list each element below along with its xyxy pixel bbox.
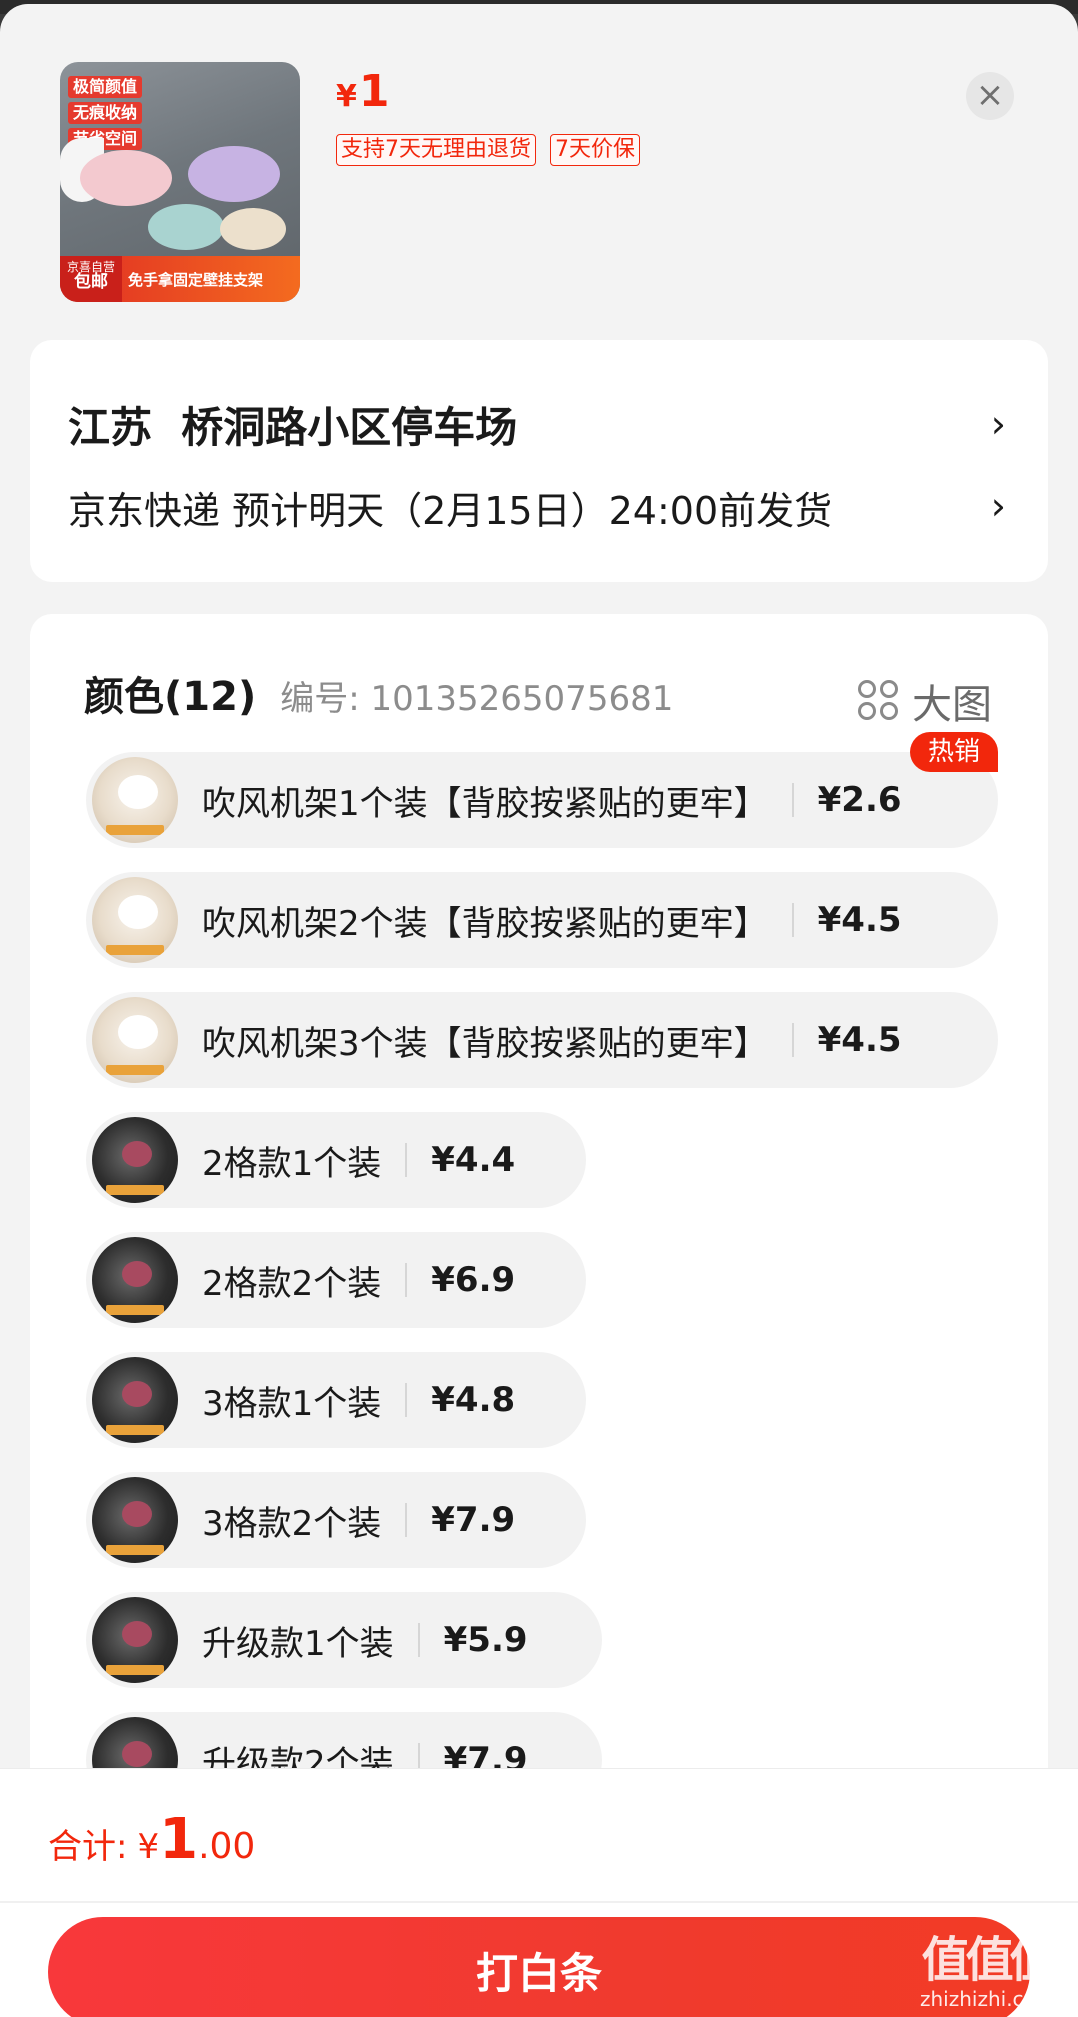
option-thumbnail [92,877,178,963]
watermark-site: zhizhizhi.com [920,1987,1056,2011]
option-thumbnail [92,1237,178,1323]
option-name: 2格款2个装 [202,1263,382,1304]
options-title: 颜色(12) [84,674,257,720]
image-caption: 免手拿固定壁挂支架 [128,270,264,289]
option-item[interactable]: 吹风机架3个装【背胶按紧贴的更牢】 ¥4.5 [86,992,998,1088]
option-thumbnail [92,1117,178,1203]
option-divider [417,1623,420,1657]
option-price: ¥4.5 [817,900,902,940]
service-tag-return: 支持7天无理由退货 [336,134,536,166]
option-name: 2格款1个装 [202,1143,382,1184]
option-name: 吹风机架3个装【背胶按紧贴的更牢】 [202,1023,768,1064]
option-divider [405,1263,408,1297]
option-name: 3格款2个装 [202,1503,382,1544]
total-label: 合计: [48,1827,128,1867]
watermark-text: 值值值 [921,1932,1058,1988]
grid-icon [858,680,900,722]
chevron-right-icon[interactable]: › [991,402,1006,446]
option-name: 升级款1个装 [202,1623,394,1664]
product-price: ¥ 1 [336,66,390,117]
address-card[interactable]: 江苏 桥洞路小区停车场 › 京东快递 预计明天（2月15日）24:00前发货 › [30,340,1048,582]
price-symbol: ¥ [336,79,357,114]
watermark-logo: 值值值 zhizhizhi.com [920,1932,1058,2011]
option-thumbnail [92,997,178,1083]
option-item[interactable]: 吹风机架2个装【背胶按紧贴的更牢】 ¥4.5 [86,872,998,968]
big-view-label: 大图 [912,682,992,728]
option-item[interactable]: 升级款1个装 ¥5.9 [86,1592,602,1688]
option-divider [405,1383,408,1417]
option-item[interactable]: 2格款2个装 ¥6.9 [86,1232,586,1328]
option-price: ¥4.5 [817,1020,902,1060]
option-price: ¥7.9 [431,1500,516,1540]
total-symbol: ¥ [137,1827,160,1867]
holder-graphic-pink [80,150,172,206]
divider [0,1901,1078,1903]
option-name: 吹风机架1个装【背胶按紧贴的更牢】 [202,783,768,824]
option-price: ¥4.8 [431,1380,516,1420]
sku-selection-sheet: 极简颜值 无痕收纳 节省空间 京喜自营 包邮 免手拿固定壁挂支架 ¥ 1 支持7… [0,4,1078,2017]
option-divider [791,1023,794,1057]
option-item[interactable]: 3格款2个装 ¥7.9 [86,1472,586,1568]
service-tag-price-protect: 7天价保 [550,134,640,166]
chevron-right-icon[interactable]: › [991,484,1006,528]
jd-badge: 京喜自营 包邮 [60,256,122,302]
holder-graphic-beige [220,208,286,250]
option-name: 3格款1个装 [202,1383,382,1424]
delivery-address[interactable]: 江苏 桥洞路小区停车场 [68,394,517,455]
total-integer: 1 [159,1807,199,1872]
total-decimal: .00 [198,1826,256,1867]
option-thumbnail [92,1597,178,1683]
image-tag: 无痕收纳 [68,102,143,124]
checkout-bar: 合计: ¥ 1 .00 打白条 [0,1768,1078,2017]
hot-badge: 热销 [909,732,998,772]
option-divider [791,783,794,817]
option-price: ¥5.9 [443,1620,528,1660]
big-view-button[interactable]: 大图 [858,672,992,730]
option-item[interactable]: 3格款1个装 ¥4.8 [86,1352,586,1448]
baitiao-pay-button[interactable]: 打白条 [48,1917,1030,2017]
price-value: 1 [358,66,390,117]
option-thumbnail [92,757,178,843]
option-price: ¥6.9 [431,1260,516,1300]
option-divider [405,1503,408,1537]
holder-graphic-purple [188,146,280,202]
option-price: ¥2.6 [817,780,902,820]
total-price: 合计: ¥ 1 .00 [48,1807,255,1872]
option-name: 吹风机架2个装【背胶按紧贴的更牢】 [202,903,768,944]
option-divider [405,1143,408,1177]
option-price: ¥4.4 [431,1140,516,1180]
close-icon[interactable]: × [966,72,1014,120]
image-caption-bar: 京喜自营 包邮 免手拿固定壁挂支架 [60,256,300,302]
shipping-estimate[interactable]: 京东快递 预计明天（2月15日）24:00前发货 [68,480,832,535]
jd-badge-bottom: 包邮 [74,272,108,292]
holder-graphic-teal [148,204,224,250]
product-code: 编号: 10135265075681 [280,679,674,719]
option-thumbnail [92,1357,178,1443]
options-header: 颜色(12) 编号: 10135265075681 [84,664,673,722]
option-item[interactable]: 吹风机架1个装【背胶按紧贴的更牢】 ¥2.6 热销 [86,732,998,848]
option-divider [791,903,794,937]
product-image[interactable]: 极简颜值 无痕收纳 节省空间 京喜自营 包邮 免手拿固定壁挂支架 [60,62,300,302]
image-tag: 极简颜值 [68,76,143,98]
option-item[interactable]: 2格款1个装 ¥4.4 [86,1112,586,1208]
service-tags: 支持7天无理由退货 7天价保 [336,134,640,166]
option-thumbnail [92,1477,178,1563]
